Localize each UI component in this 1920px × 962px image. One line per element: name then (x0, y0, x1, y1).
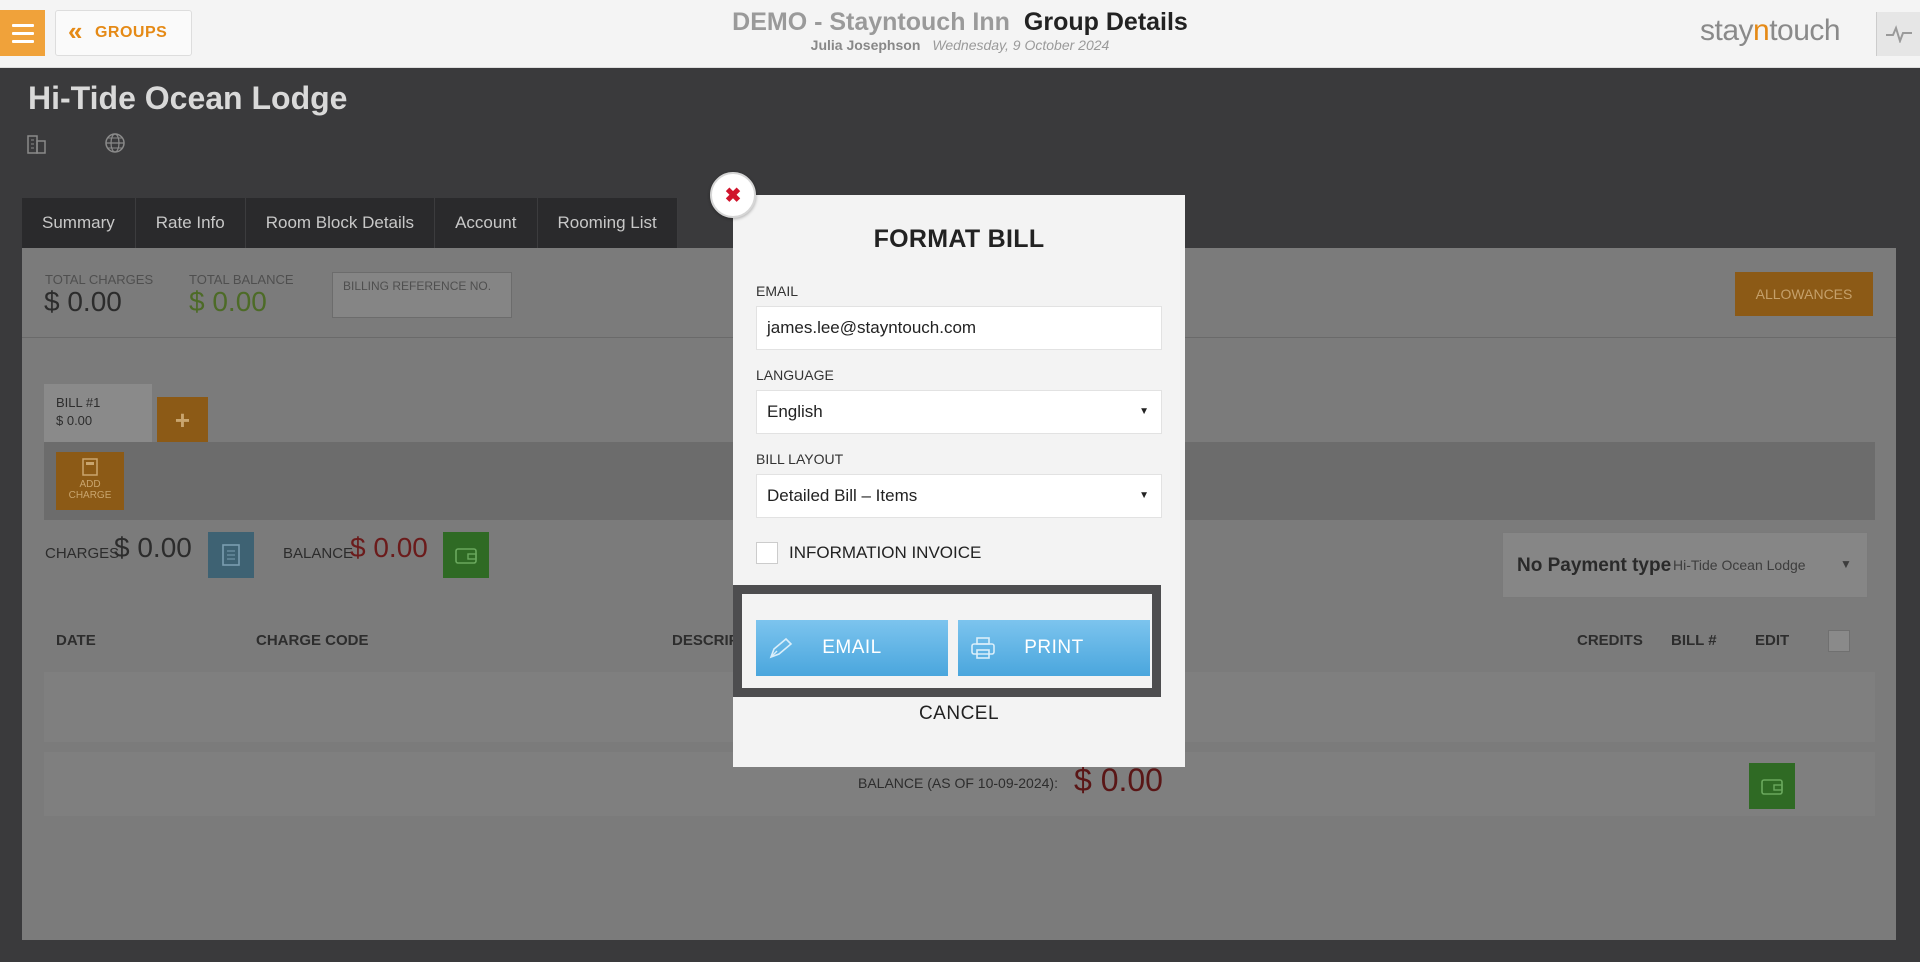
email-value: james.lee@stayntouch.com (767, 318, 977, 337)
business-date: Wednesday, 9 October 2024 (932, 37, 1110, 53)
total-charges-value: $ 0.00 (44, 286, 122, 317)
bill-tab-amount: $ 0.00 (56, 413, 93, 428)
invoice-icon (222, 544, 240, 566)
column-header-bill-number: BILL # (1671, 632, 1717, 649)
email-button-label: EMAIL (822, 637, 882, 658)
add-charge-button[interactable]: ADD CHARGE (56, 452, 124, 510)
charges-label: CHARGES (45, 545, 120, 562)
modal-title: FORMAT BILL (873, 225, 1045, 253)
total-balance-label: TOTAL BALANCE (189, 272, 294, 287)
email-label: EMAIL (756, 283, 799, 299)
page-title: Group Details (1023, 8, 1188, 36)
close-modal-button[interactable]: ✖ (710, 172, 756, 218)
email-button[interactable]: EMAIL (756, 620, 948, 676)
tab-summary[interactable]: Summary (22, 198, 136, 248)
information-invoice-checkbox[interactable] (756, 542, 778, 564)
balance-label: BALANCE (283, 545, 354, 562)
column-header-date: DATE (56, 632, 96, 649)
pen-icon (769, 637, 793, 659)
top-bar: « GROUPS DEMO - Stayntouch Inn Group Deta… (0, 0, 1920, 68)
close-icon: ✖ (724, 184, 742, 207)
allowances-button[interactable]: ALLOWANCES (1735, 272, 1873, 316)
tab-rate-info[interactable]: Rate Info (136, 198, 246, 248)
column-header-credits: CREDITS (1577, 632, 1643, 649)
page-header: DEMO - Stayntouch Inn Group Details Julia… (0, 8, 1920, 53)
tab-rooming-list[interactable]: Rooming List (538, 198, 678, 248)
bill-tab-title: BILL #1 (56, 395, 101, 410)
payment-account: Hi-Tide Ocean Lodge (1673, 557, 1806, 573)
tab-account[interactable]: Account (435, 198, 538, 248)
user-name: Julia Josephson (810, 37, 921, 53)
language-select[interactable]: English ▼ (756, 390, 1162, 434)
group-tabs: Summary Rate Info Room Block Details Acc… (22, 198, 678, 248)
language-label: LANGUAGE (756, 367, 834, 383)
pulse-icon (1885, 25, 1912, 43)
brand-logo: stayntouch (1700, 14, 1841, 47)
payment-button[interactable] (443, 532, 489, 578)
total-charges-label: TOTAL CHARGES (45, 272, 154, 287)
total-balance-value: $ 0.00 (189, 286, 267, 317)
column-header-edit: EDIT (1755, 632, 1790, 649)
building-icon[interactable] (26, 132, 48, 154)
select-all-checkbox[interactable] (1828, 630, 1850, 652)
email-field[interactable]: james.lee@stayntouch.com (756, 306, 1162, 350)
bill-tab-1[interactable]: BILL #1 $ 0.00 (44, 384, 152, 444)
print-button-label: PRINT (1024, 637, 1084, 658)
charges-value: $ 0.00 (114, 532, 192, 563)
group-name: Hi-Tide Ocean Lodge (28, 80, 348, 116)
balance-as-of-label: BALANCE (AS OF 10-09-2024): (858, 775, 1058, 791)
globe-icon[interactable] (104, 132, 126, 154)
billing-reference-input[interactable]: BILLING REFERENCE NO. (332, 272, 512, 318)
bill-layout-value: Detailed Bill – Items (767, 486, 918, 505)
format-bill-modal: FORMAT BILL EMAIL james.lee@stayntouch.c… (733, 195, 1185, 767)
column-header-description: DESCRIP (672, 632, 739, 649)
wallet-icon (455, 548, 477, 564)
printer-icon (971, 637, 995, 659)
balance-value: $ 0.00 (350, 532, 428, 563)
payment-type-selector[interactable]: No Payment type Hi-Tide Ocean Lodge ▼ (1502, 532, 1868, 598)
calculator-icon (82, 458, 98, 476)
caret-down-icon: ▼ (1840, 557, 1852, 571)
invoice-button[interactable] (208, 532, 254, 578)
column-header-charge-code: CHARGE CODE (256, 632, 369, 649)
cancel-button[interactable]: CANCEL (733, 703, 1185, 725)
caret-down-icon: ▼ (1139, 490, 1149, 501)
bill-layout-select[interactable]: Detailed Bill – Items ▼ (756, 474, 1162, 518)
information-invoice-label: INFORMATION INVOICE (789, 543, 982, 562)
pay-balance-button[interactable] (1749, 763, 1795, 809)
tab-room-block-details[interactable]: Room Block Details (246, 198, 436, 248)
activity-pulse-button[interactable] (1876, 12, 1920, 56)
language-value: English (767, 402, 823, 421)
caret-down-icon: ▼ (1139, 406, 1149, 417)
hotel-name: DEMO - Stayntouch Inn (732, 8, 1010, 36)
balance-as-of-value: $ 0.00 (1074, 762, 1163, 798)
bill-layout-label: BILL LAYOUT (756, 451, 844, 467)
payment-type: No Payment type (1517, 555, 1672, 576)
wallet-icon (1761, 779, 1783, 795)
add-bill-button[interactable]: + (157, 397, 208, 443)
print-button[interactable]: PRINT (958, 620, 1150, 676)
